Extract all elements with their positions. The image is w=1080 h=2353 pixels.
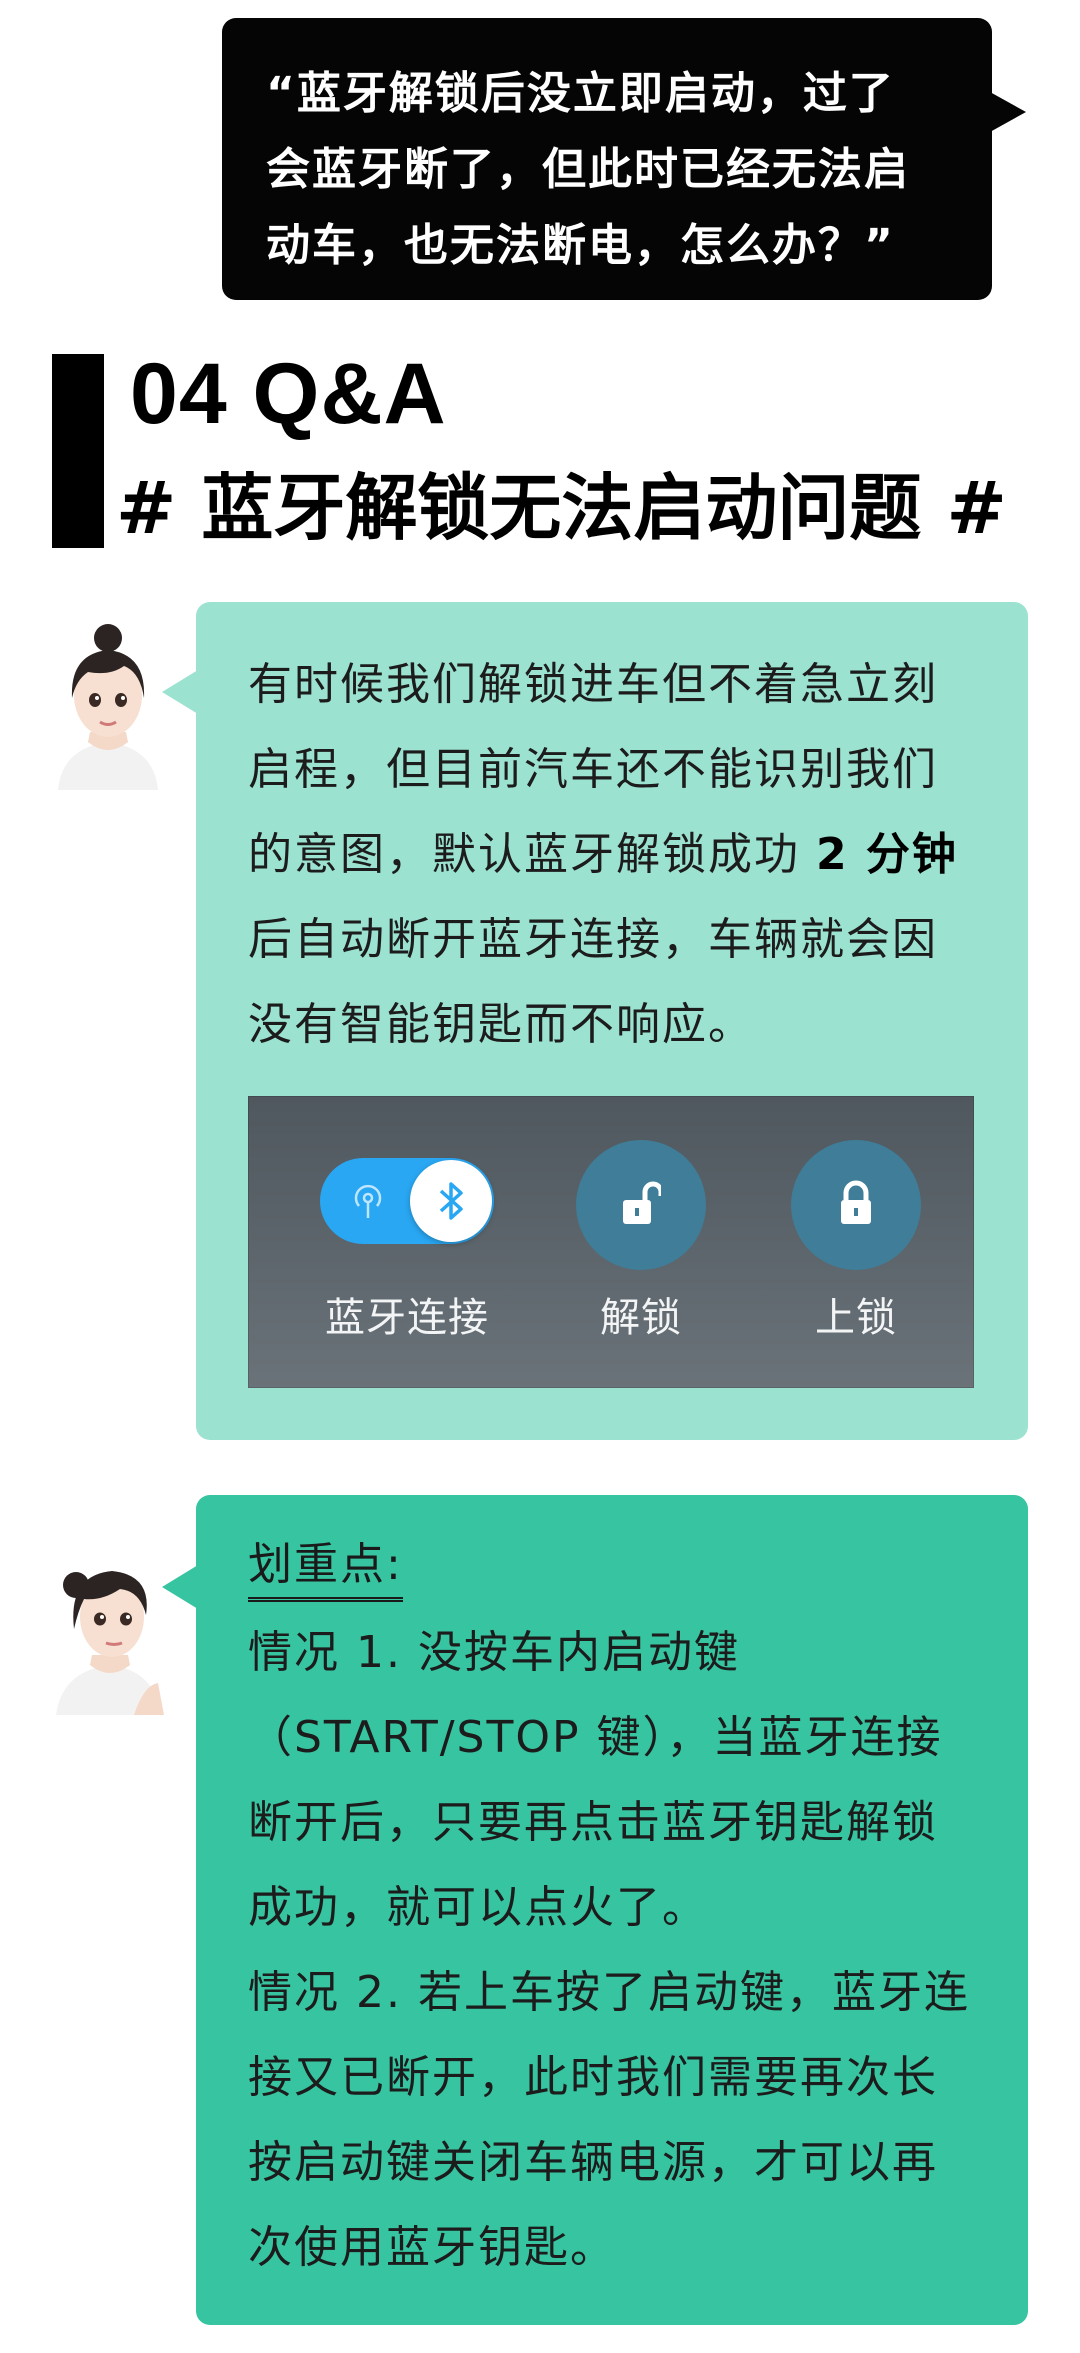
bluetooth-toggle[interactable] <box>320 1158 494 1244</box>
section-number: 04 Q&A <box>130 346 447 442</box>
case-1-text: 情况 1. 没按车内启动键（START/STOP 键），当蓝牙连接断开后，只要再… <box>248 1627 943 1933</box>
bluetooth-icon <box>439 1182 463 1220</box>
case-2-text: 情况 2. 若上车按了启动键，蓝牙连接又已断开，此时我们需要再次长按启动键关闭车… <box>248 1967 970 2273</box>
avatar-girl-icon <box>48 620 168 790</box>
signal-icon <box>354 1184 382 1218</box>
section-title: # 蓝牙解锁无法启动问题 # <box>116 466 1007 550</box>
avatar-girl-icon <box>48 1545 168 1715</box>
section-accent-bar <box>52 354 104 548</box>
digital-key-panel: 蓝牙连接 解锁 上锁 <box>248 1096 974 1388</box>
lock-icon <box>841 1180 871 1224</box>
explanation-text: 有时候我们解锁进车但不着急立刻启程，但目前汽车还不能识别我们的意图，默认蓝牙解锁… <box>248 642 976 1067</box>
question-quote-text: “蓝牙解锁后没立即启动，过了 会蓝牙断了，但此时已经无法启 动车，也无法断电，怎… <box>266 68 910 271</box>
toggle-knob <box>410 1160 492 1242</box>
question-quote-bubble: “蓝牙解锁后没立即启动，过了 会蓝牙断了，但此时已经无法启 动车，也无法断电，怎… <box>222 18 1026 300</box>
bluetooth-label: 蓝牙连接 <box>325 1295 489 1341</box>
unlock-icon <box>623 1181 661 1224</box>
key-points-card: 划重点: 情况 1. 没按车内启动键（START/STOP 键），当蓝牙连接断开… <box>162 1495 1028 2325</box>
key-points-title: 划重点: <box>248 1533 403 1602</box>
lock-label: 上锁 <box>815 1295 897 1341</box>
unlock-button[interactable] <box>576 1140 706 1270</box>
timeout-duration: 2 分钟 <box>816 829 958 880</box>
explanation-card: 有时候我们解锁进车但不着急立刻启程，但目前汽车还不能识别我们的意图，默认蓝牙解锁… <box>162 602 1028 1440</box>
lock-button[interactable] <box>791 1140 921 1270</box>
unlock-label: 解锁 <box>600 1295 682 1341</box>
explanation-text-part2: 后自动断开蓝牙连接，车辆就会因没有智能钥匙而不响应。 <box>248 914 938 1050</box>
